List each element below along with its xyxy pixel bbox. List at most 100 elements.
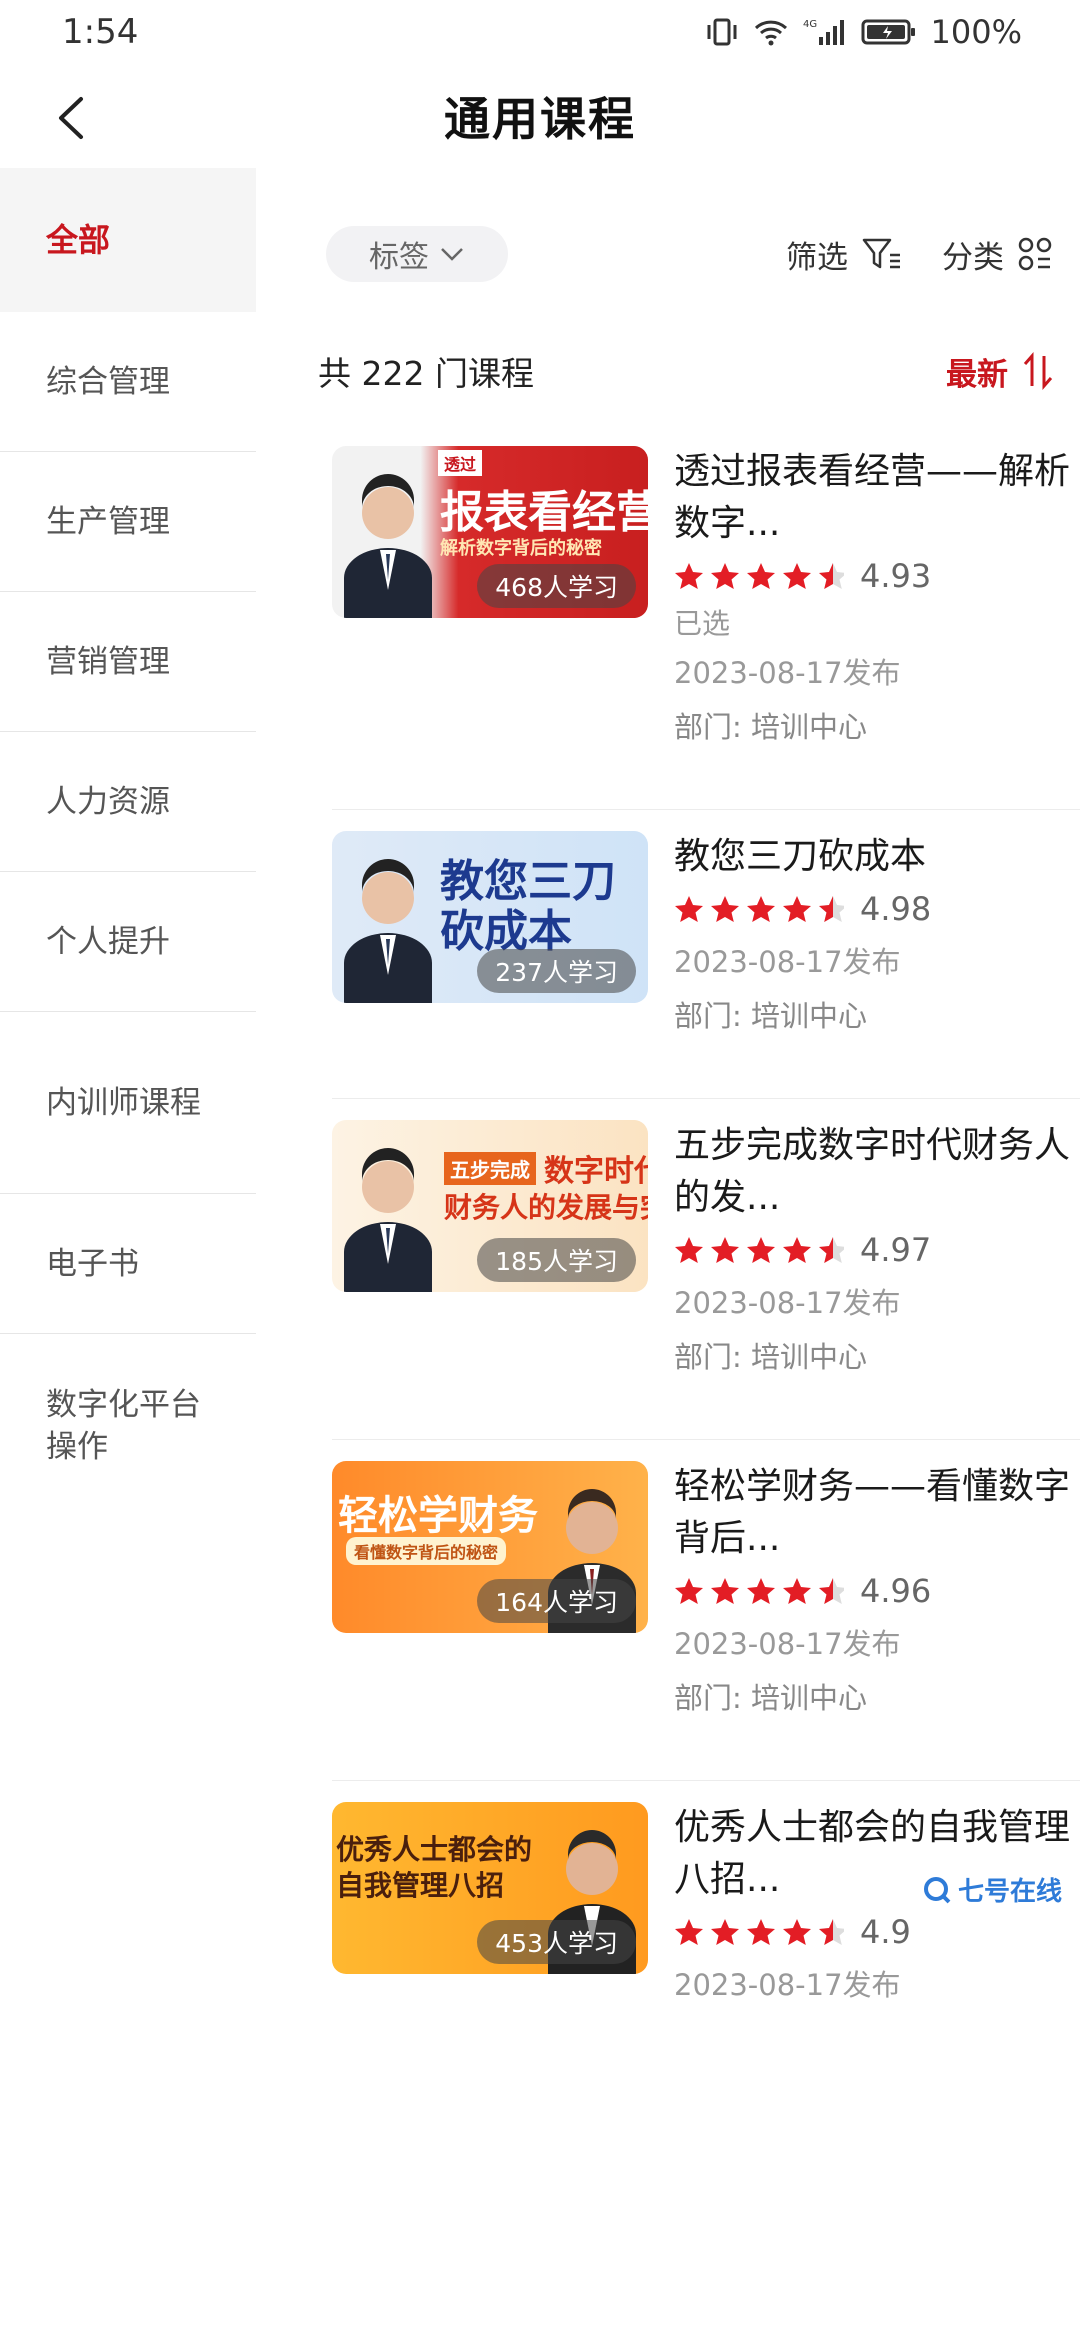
watermark: 七号在线 bbox=[922, 1871, 1062, 1908]
department: 部门: 培训中心 bbox=[674, 1671, 1080, 1725]
filter-button[interactable]: 筛选 bbox=[786, 232, 902, 277]
stars-icon bbox=[674, 1576, 844, 1606]
sidebar-item-marketing-management[interactable]: 营销管理 bbox=[0, 592, 256, 732]
rating: 4.97 bbox=[674, 1224, 1080, 1276]
sort-icon bbox=[1022, 352, 1054, 390]
selected-status: 已选 bbox=[674, 602, 1080, 646]
signal-icon: 4G bbox=[803, 17, 847, 47]
thumb-subtitle: 看懂数字背后的秘密 bbox=[346, 1537, 506, 1565]
status-bar: 1:54 4G 100% bbox=[0, 0, 1080, 64]
watermark-logo-icon bbox=[922, 1875, 952, 1905]
star-rating bbox=[674, 1917, 844, 1947]
publish-date: 2023-08-17发布 bbox=[674, 1276, 1080, 1330]
thumb-title: 优秀人士都会的 bbox=[336, 1828, 532, 1868]
course-info: 透过报表看经营——解析数字... 4.93 已选 2023-08-17发布 部门… bbox=[674, 446, 1080, 754]
sidebar-item-production-management[interactable]: 生产管理 bbox=[0, 452, 256, 592]
sidebar-item-human-resources[interactable]: 人力资源 bbox=[0, 732, 256, 872]
sidebar-item-personal-growth[interactable]: 个人提升 bbox=[0, 872, 256, 1012]
rating-score: 4.98 bbox=[860, 890, 931, 928]
course-thumbnail[interactable]: 透过 报表看经营 解析数字背后的秘密 468人学习 bbox=[332, 446, 648, 618]
rating: 4.93 bbox=[674, 550, 1080, 602]
instructor-photo bbox=[338, 853, 438, 1003]
back-arrow-icon bbox=[53, 95, 87, 141]
battery-percent: 100% bbox=[931, 13, 1022, 51]
thumb-title-line2: 财务人的发展与突破 bbox=[444, 1186, 648, 1226]
filter-actions: 筛选 分类 bbox=[786, 232, 1052, 277]
department: 部门: 培训中心 bbox=[674, 700, 1080, 754]
star-rating bbox=[674, 561, 844, 591]
publish-date: 2023-08-17发布 bbox=[674, 935, 1080, 989]
page-title: 通用课程 bbox=[444, 83, 636, 149]
thumb-badge: 透过 bbox=[438, 450, 482, 476]
thumb-subtitle: 解析数字背后的秘密 bbox=[440, 534, 602, 560]
category-button[interactable]: 分类 bbox=[942, 232, 1052, 277]
course-card[interactable]: 轻松学财务 看懂数字背后的秘密 164人学习 轻松学财务——看懂数字背后... … bbox=[332, 1461, 1080, 1781]
network-label: 4G bbox=[803, 19, 817, 30]
stars-icon bbox=[674, 1235, 844, 1265]
stars-icon bbox=[674, 894, 844, 924]
course-card[interactable]: 优秀人士都会的 自我管理八招 453人学习 优秀人士都会的自我管理八招... 4… bbox=[332, 1802, 1080, 2122]
rating-score: 4.93 bbox=[860, 557, 931, 595]
sort-button[interactable]: 最新 bbox=[946, 349, 1054, 394]
rating: 4.98 bbox=[674, 883, 1080, 935]
course-title: 透过报表看经营——解析数字... bbox=[674, 446, 1080, 550]
instructor-photo bbox=[338, 1142, 438, 1292]
thumb-title: 数字时代 bbox=[544, 1146, 648, 1190]
category-sidebar: 全部 综合管理 生产管理 营销管理 人力资源 个人提升 内训师课程 电子书 数字… bbox=[0, 168, 256, 1920]
course-info: 教您三刀砍成本 4.98 2023-08-17发布 部门: 培训中心 bbox=[674, 831, 1080, 1043]
course-info: 五步完成数字时代财务人的发... 4.97 2023-08-17发布 部门: 培… bbox=[674, 1120, 1080, 1384]
vibrate-icon bbox=[705, 17, 739, 47]
course-thumbnail[interactable]: 教您三刀 砍成本 237人学习 bbox=[332, 831, 648, 1003]
rating: 4.9 bbox=[674, 1906, 1080, 1958]
sidebar-item-trainer-courses[interactable]: 内训师课程 bbox=[0, 1012, 256, 1194]
course-thumbnail[interactable]: 轻松学财务 看懂数字背后的秘密 164人学习 bbox=[332, 1461, 648, 1633]
summary-row: 共 222 门课程 最新 bbox=[318, 346, 1054, 396]
sidebar-item-general-management[interactable]: 综合管理 bbox=[0, 312, 256, 452]
category-grid-icon bbox=[1018, 237, 1052, 271]
rating-score: 4.96 bbox=[860, 1572, 931, 1610]
back-button[interactable] bbox=[42, 90, 98, 146]
course-title: 轻松学财务——看懂数字背后... bbox=[674, 1461, 1080, 1565]
wifi-icon bbox=[753, 17, 789, 47]
publish-date: 2023-08-17发布 bbox=[674, 646, 1080, 700]
battery-icon bbox=[861, 18, 917, 46]
status-time: 1:54 bbox=[62, 12, 138, 52]
sidebar-item-all[interactable]: 全部 bbox=[0, 168, 256, 312]
course-count: 共 222 门课程 bbox=[318, 347, 534, 395]
publish-date: 2023-08-17发布 bbox=[674, 1617, 1080, 1671]
stars-icon bbox=[674, 561, 844, 591]
course-thumbnail[interactable]: 优秀人士都会的 自我管理八招 453人学习 bbox=[332, 1802, 648, 1974]
chevron-down-icon bbox=[439, 245, 465, 263]
app-header: 通用课程 bbox=[0, 64, 1080, 168]
star-rating bbox=[674, 894, 844, 924]
star-rating bbox=[674, 1235, 844, 1265]
course-card[interactable]: 教您三刀 砍成本 237人学习 教您三刀砍成本 4.98 2023-08-17发… bbox=[332, 831, 1080, 1099]
thumb-title: 轻松学财务 bbox=[338, 1483, 538, 1541]
stars-icon bbox=[674, 1917, 844, 1947]
thumb-title: 报表看经营 bbox=[440, 476, 648, 540]
filter-row: 标签 筛选 分类 bbox=[326, 224, 1052, 284]
filter-icon bbox=[862, 237, 902, 271]
learner-count: 237人学习 bbox=[477, 949, 636, 993]
rating-score: 4.97 bbox=[860, 1231, 931, 1269]
rating: 4.96 bbox=[674, 1565, 1080, 1617]
learner-count: 164人学习 bbox=[477, 1579, 636, 1623]
course-panel: 标签 筛选 分类 共 222 门课程 最新 透过 报表看经营 bbox=[286, 194, 1080, 1920]
tag-dropdown[interactable]: 标签 bbox=[326, 226, 508, 282]
sidebar-item-ebooks[interactable]: 电子书 bbox=[0, 1194, 256, 1334]
status-icons: 4G 100% bbox=[705, 13, 1022, 51]
course-title: 教您三刀砍成本 bbox=[674, 831, 1080, 883]
learner-count: 185人学习 bbox=[477, 1238, 636, 1282]
publish-date: 2023-08-17发布 bbox=[674, 1958, 1080, 2012]
course-card[interactable]: 透过 报表看经营 解析数字背后的秘密 468人学习 透过报表看经营——解析数字.… bbox=[332, 446, 1080, 810]
learner-count: 468人学习 bbox=[477, 564, 636, 608]
course-thumbnail[interactable]: 五步完成 数字时代 财务人的发展与突破 185人学习 bbox=[332, 1120, 648, 1292]
tag-dropdown-label: 标签 bbox=[369, 232, 429, 276]
course-card[interactable]: 五步完成 数字时代 财务人的发展与突破 185人学习 五步完成数字时代财务人的发… bbox=[332, 1120, 1080, 1440]
course-title: 五步完成数字时代财务人的发... bbox=[674, 1120, 1080, 1224]
department: 部门: 培训中心 bbox=[674, 1330, 1080, 1384]
department: 部门: 培训中心 bbox=[674, 989, 1080, 1043]
course-info: 轻松学财务——看懂数字背后... 4.96 2023-08-17发布 部门: 培… bbox=[674, 1461, 1080, 1725]
learner-count: 453人学习 bbox=[477, 1920, 636, 1964]
sidebar-item-digital-platform[interactable]: 数字化平台操作 bbox=[0, 1334, 256, 2334]
